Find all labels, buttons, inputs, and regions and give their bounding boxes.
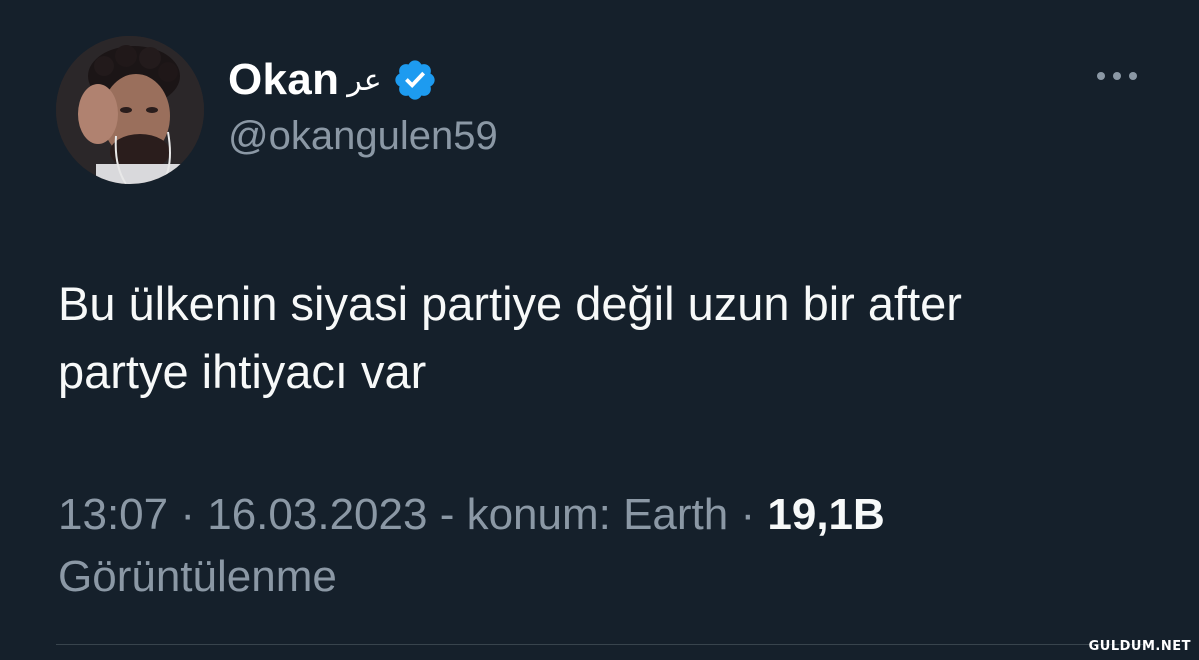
avatar[interactable] (56, 36, 204, 184)
author-name-row[interactable]: Okan ﻋﺮ (228, 52, 438, 108)
tweet-card: Okan ﻋﺮ @okangulen59 Bu ülkenin siyasi p… (0, 0, 1199, 660)
avatar-image (56, 36, 204, 184)
watermark: GULDUM.NET (1088, 639, 1191, 654)
meta-separator: · (740, 490, 756, 539)
tweet-meta-line: 13:07 · 16.03.2023 - konum: Earth · 19,1… (58, 484, 1158, 546)
tweet-text: Bu ülkenin siyasi partiye değil uzun bir… (58, 270, 1158, 406)
views-count[interactable]: 19,1B (767, 490, 884, 539)
tweet-meta: 13:07 · 16.03.2023 - konum: Earth · 19,1… (58, 484, 1158, 608)
tweet-text-line: partye ihtiyacı var (58, 345, 427, 398)
tweet-date[interactable]: 16.03.2023 (207, 490, 427, 539)
meta-separator: · (180, 490, 195, 539)
verified-badge-icon (395, 60, 435, 100)
divider (56, 644, 1143, 645)
tweet-time[interactable]: 13:07 (58, 490, 168, 539)
more-horizontal-icon[interactable] (1094, 64, 1140, 88)
views-label[interactable]: Görüntülenme (58, 546, 1158, 608)
author-name-suffix: ﻋﺮ (347, 62, 382, 98)
author-handle[interactable]: @okangulen59 (228, 114, 498, 159)
author-display-name[interactable]: Okan (228, 55, 339, 105)
tweet-text-line: Bu ülkenin siyasi partiye değil uzun bir… (58, 277, 962, 330)
tweet-location: - konum: Earth (439, 490, 729, 539)
